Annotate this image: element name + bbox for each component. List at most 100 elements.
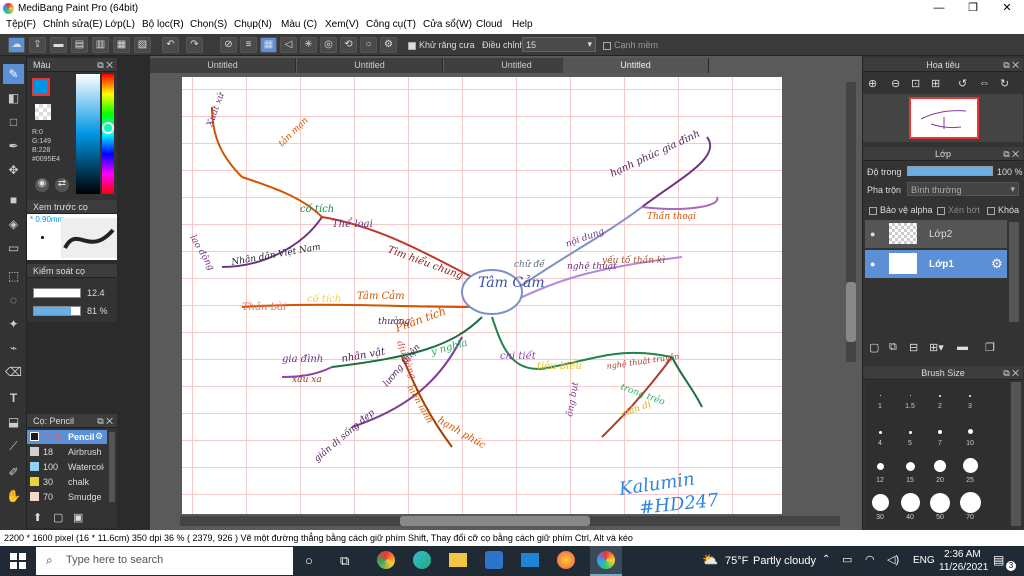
brush-size-cell[interactable]: 15: [895, 455, 925, 485]
eyedropper-tool-icon[interactable]: ⟋: [3, 436, 24, 456]
grid-snap-icon[interactable]: ▦: [260, 37, 277, 53]
panel-close-icon[interactable]: ⧉ ✕: [1003, 366, 1019, 380]
panel-close-icon[interactable]: ⧉ ✕: [97, 414, 113, 428]
layer-opacity-slider[interactable]: [907, 166, 993, 176]
circle-snap-icon[interactable]: ◎: [320, 37, 337, 53]
clipping-toggle[interactable]: Xén bớt: [937, 205, 980, 215]
no-snap-icon[interactable]: ⊘: [220, 37, 237, 53]
brush-name[interactable]: Watercolor: [68, 462, 104, 472]
volume-icon[interactable]: ◁): [887, 553, 899, 566]
firefox-icon[interactable]: [557, 551, 575, 569]
folder-icon[interactable]: ▬: [957, 341, 968, 353]
select-tool-icon[interactable]: ⬚: [3, 266, 24, 286]
add-brush-icon[interactable]: ⬆: [33, 511, 42, 524]
fill-rect-tool-icon[interactable]: ■: [3, 190, 24, 210]
bucket-tool-icon[interactable]: ◈: [3, 214, 24, 234]
eye-icon[interactable]: ●: [870, 259, 875, 269]
perspective-snap-icon[interactable]: ◁: [280, 37, 297, 53]
minimize-button[interactable]: —: [922, 0, 956, 17]
rotate-left-icon[interactable]: ↺: [958, 77, 967, 90]
tab-untitled-2[interactable]: Untitled: [297, 58, 443, 73]
brush-size-cell[interactable]: 7: [925, 418, 955, 448]
checkbox-icon[interactable]: [603, 41, 611, 50]
menu-cloud[interactable]: Cloud: [476, 19, 502, 30]
checkbox-icon[interactable]: [987, 206, 995, 215]
palette-icon[interactable]: ◉: [35, 178, 49, 192]
radial-snap-icon[interactable]: ✳: [300, 37, 317, 53]
zoom-out-icon[interactable]: ⊖: [891, 77, 900, 90]
panel-icon[interactable]: ▦: [113, 37, 130, 53]
chevron-up-icon[interactable]: ⌃: [822, 554, 830, 565]
eye-icon[interactable]: ●: [870, 229, 875, 239]
grid-icon[interactable]: ▧: [134, 37, 151, 53]
brush-list-scrollbar[interactable]: [109, 432, 115, 502]
brush-size-cell[interactable]: 70: [955, 492, 985, 522]
share-icon[interactable]: ⇪: [29, 37, 46, 53]
magic-wand-tool-icon[interactable]: ✦: [3, 314, 24, 334]
brush-name[interactable]: chalk: [68, 477, 89, 487]
settings-icon[interactable]: ⚙: [380, 37, 397, 53]
weather-temp[interactable]: 75°F: [725, 555, 748, 567]
saturation-strip[interactable]: [76, 74, 100, 194]
brush-size-cell[interactable]: 30: [865, 492, 895, 522]
menu-layer[interactable]: Lớp(L): [105, 19, 135, 30]
checkbox-icon[interactable]: [869, 206, 877, 215]
brush-size-cell[interactable]: 2: [925, 381, 955, 411]
notification-icon[interactable]: ▤: [993, 553, 1004, 567]
menu-file[interactable]: Tệp(F): [6, 19, 36, 30]
menu-select[interactable]: Chọn(S): [190, 19, 227, 30]
page-icon[interactable]: ▤: [71, 37, 88, 53]
menu-edit[interactable]: Chỉnh sửa(E): [43, 19, 103, 30]
divide-tool-icon[interactable]: ⬓: [3, 412, 24, 432]
panel-close-icon[interactable]: ⧉ ✕: [1003, 58, 1019, 72]
menu-color[interactable]: Màu (C): [281, 19, 317, 30]
medibang-taskbar-button[interactable]: [590, 546, 622, 576]
menu-filter[interactable]: Bộ lọc(R): [142, 19, 184, 30]
new-brush-icon[interactable]: ▢: [53, 511, 63, 524]
task-view-icon[interactable]: ⧉: [340, 553, 349, 569]
chrome-icon[interactable]: [377, 551, 395, 569]
clock-date[interactable]: 11/26/2021: [939, 562, 988, 573]
close-button[interactable]: ✕: [990, 0, 1024, 17]
gear-icon[interactable]: ⚙: [991, 256, 1003, 272]
brush-size-cell[interactable]: 40: [895, 492, 925, 522]
zoom-in-icon[interactable]: ⊕: [868, 77, 877, 90]
store-icon[interactable]: [485, 551, 503, 569]
brush-size-cell[interactable]: 25: [955, 455, 985, 485]
menu-window[interactable]: Cửa sổ(W): [423, 19, 472, 30]
hue-slider[interactable]: [102, 74, 114, 194]
brush-size-cell[interactable]: 50: [925, 492, 955, 522]
vertical-scrollbar[interactable]: [846, 82, 856, 362]
sub-color-swatch[interactable]: [35, 104, 51, 120]
wifi-icon[interactable]: ◠: [865, 553, 875, 566]
cloud-icon[interactable]: ☁: [8, 37, 25, 53]
correction-select[interactable]: 15 ▾: [522, 37, 596, 52]
brush-size-cell[interactable]: 10: [955, 418, 985, 448]
gear-icon[interactable]: ⚙: [95, 431, 103, 442]
layer-row-layer1[interactable]: ● Lớp1 ⚙: [865, 250, 1007, 278]
text-tool-icon[interactable]: T: [3, 388, 24, 408]
navigator-viewport[interactable]: [909, 97, 979, 139]
checkbox-icon[interactable]: [937, 206, 945, 215]
hue-handle[interactable]: [102, 122, 114, 134]
navigator-preview[interactable]: [863, 94, 1023, 142]
protect-alpha-toggle[interactable]: Bảo vệ alpha: [869, 205, 933, 215]
taskbar-search-box[interactable]: ⌕ Type here to search: [36, 547, 293, 575]
copy-layer-icon[interactable]: ⧉: [889, 341, 897, 354]
merge-layer-icon[interactable]: ⊟: [909, 341, 918, 354]
comment-icon[interactable]: ▬: [50, 37, 67, 53]
brush-size-cell[interactable]: 3: [955, 381, 985, 411]
duplicate-icon[interactable]: ❐: [985, 341, 995, 354]
brush-size-slider[interactable]: [33, 288, 81, 298]
mail-icon[interactable]: [521, 553, 539, 567]
brush-name[interactable]: Smudge: [68, 492, 102, 502]
menu-view[interactable]: Xem(V): [325, 19, 359, 30]
panel-close-icon[interactable]: ⧉ ✕: [97, 58, 113, 72]
weather-text[interactable]: Partly cloudy: [753, 555, 816, 567]
actual-size-icon[interactable]: ⊞: [931, 77, 940, 90]
rectangle-tool-icon[interactable]: □: [3, 112, 24, 132]
network-icon[interactable]: ▭: [842, 553, 852, 566]
redo-icon[interactable]: ↷: [186, 37, 203, 53]
brush-size-cell[interactable]: 4: [865, 418, 895, 448]
brush-tool-icon[interactable]: ✎: [3, 64, 24, 84]
